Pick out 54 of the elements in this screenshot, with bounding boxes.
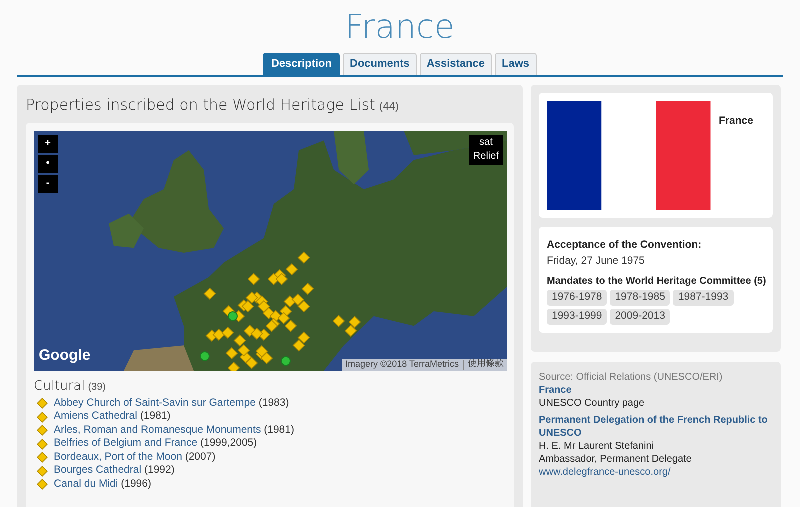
country-name: France <box>719 114 754 129</box>
mandate-tag: 1978-1985 <box>610 290 670 306</box>
property-link[interactable]: Bordeaux, Port of the Moon <box>54 450 182 463</box>
tab[interactable]: Description <box>263 53 340 75</box>
diamond-icon <box>37 466 48 477</box>
diamond-icon <box>37 452 48 464</box>
inscription-years: (1981) <box>264 424 294 436</box>
inscription-years: (1996) <box>121 478 152 490</box>
website-link[interactable]: www.delegfrance-unesco.org/ <box>539 466 773 478</box>
mandate-tag: 1987-1993 <box>673 290 734 306</box>
delegate-name: H. E. Mr Laurent Stefanini <box>539 440 656 452</box>
diamond-icon <box>37 479 48 490</box>
mandates-label: Mandates to the World Heritage Committee (5) <box>547 274 765 288</box>
diamond-icon <box>37 438 48 450</box>
property-link[interactable]: Arles, Roman and Romanesque Monuments <box>54 424 262 436</box>
inscription-years: (1992) <box>144 464 175 476</box>
section-heading: Properties inscribed on the World Heritage List <box>26 95 376 116</box>
inscription-years: (1983) <box>258 396 290 409</box>
convention-label: Acceptance of the Convention: <box>547 238 703 253</box>
property-link[interactable]: Canal du Midi <box>54 478 118 490</box>
diamond-icon <box>37 425 48 436</box>
mandate-tag: 2009-2013 <box>610 308 670 324</box>
map-logo: Google <box>39 346 91 366</box>
inscription-years: (1981) <box>140 410 171 422</box>
tab[interactable]: Assistance <box>420 53 492 75</box>
property-count: (44) <box>379 100 399 115</box>
zoom-button[interactable]: • <box>38 154 58 172</box>
property-link[interactable]: Belfries of Belgium and France <box>54 437 198 450</box>
tab[interactable]: Laws <box>495 53 537 75</box>
category-heading: Cultural <box>34 378 86 396</box>
property-link[interactable]: Amiens Cathedral <box>54 410 138 422</box>
zoom-button[interactable]: + <box>38 134 58 152</box>
attribution-text: Imagery ©2018 TerraMetrics <box>345 358 459 370</box>
delegate-role: Ambassador, Permanent Delegate <box>539 452 693 466</box>
diamond-icon <box>37 412 48 423</box>
layer-option[interactable]: sat <box>480 136 493 150</box>
country-note: UNESCO Country page <box>539 396 646 410</box>
diamond-icon <box>37 398 48 410</box>
zoom-button[interactable]: - <box>38 174 58 192</box>
inscription-years: (2007) <box>185 450 216 463</box>
delegation-link[interactable]: Permanent Delegation of the French Republic to UNESCO <box>539 414 773 440</box>
country-link[interactable]: France <box>539 384 773 396</box>
property-link[interactable]: Abbey Church of Saint-Savin sur Gartempe <box>54 396 256 409</box>
terms-link[interactable]: 使用條款 <box>468 358 504 370</box>
source-text: Source: Official Relations (UNESCO/ERI) <box>539 370 724 384</box>
category-count: (39) <box>88 380 106 394</box>
mandate-tag: 1993-1999 <box>547 308 608 324</box>
tab[interactable]: Documents <box>343 53 417 75</box>
convention-date: Friday, 27 June 1975 <box>547 254 646 269</box>
layer-option[interactable]: Relief <box>473 150 499 164</box>
inscription-years: (1999,2005) <box>200 437 258 450</box>
property-link[interactable]: Bourges Cathedral <box>54 464 142 476</box>
page-title: France <box>345 10 455 43</box>
mandate-tag: 1976-1978 <box>547 290 608 306</box>
